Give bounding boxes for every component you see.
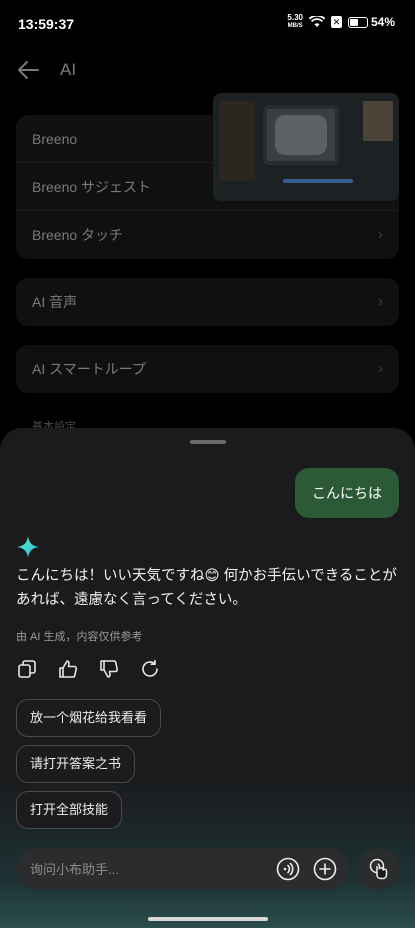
suggestion-chip[interactable]: 放一个烟花给我看看: [16, 699, 162, 737]
drag-handle[interactable]: [190, 440, 226, 444]
video-frame-shelf: [219, 101, 255, 181]
settings-header: AI: [16, 60, 76, 80]
voice-wave-icon[interactable]: [276, 857, 300, 881]
touch-gesture-icon: [369, 858, 388, 880]
settings-item-label: Breeno: [32, 130, 78, 147]
home-indicator[interactable]: [148, 917, 268, 921]
user-message-bubble: こんにちは: [295, 468, 399, 518]
settings-item-label: Breeno タッチ: [32, 227, 124, 243]
battery-percent: 54%: [370, 15, 395, 29]
chevron-right-icon: ›: [377, 226, 383, 243]
settings-item-breeno-touch[interactable]: Breeno タッチ ›: [16, 211, 399, 259]
settings-item-label: AI 音声: [32, 294, 78, 310]
ai-sparkle-icon: [17, 536, 39, 558]
settings-item-smart-loop[interactable]: AI スマートループ ›: [16, 345, 399, 393]
back-arrow-icon[interactable]: [16, 60, 40, 80]
sim-off-icon: ✕: [330, 16, 342, 28]
settings-group-loop: AI スマートループ ›: [16, 345, 399, 393]
battery-indicator: 54%: [347, 15, 395, 29]
assistant-sheet: こんにちは こんにちは！いい天気ですね😊 何かお手伝いできることがあれば、遠慮な…: [0, 428, 415, 928]
thumbs-down-icon: [100, 660, 119, 678]
status-time: 13:59:37: [18, 16, 75, 32]
ai-reply-text: こんにちは！いい天気ですね😊 何かお手伝いできることがあれば、遠慮なく言ってくだ…: [16, 568, 397, 608]
thumbs-up-button[interactable]: [57, 658, 79, 680]
suggestion-chip[interactable]: 打开全部技能: [16, 791, 123, 829]
status-indicators: 5.30 MB/S ✕ 54%: [287, 14, 395, 30]
chevron-right-icon: ›: [377, 293, 383, 310]
ai-disclaimer: 由 AI 生成，内容仅供参考: [16, 631, 143, 643]
network-speed-value: 5.30: [287, 13, 303, 22]
suggestion-chip[interactable]: 请打开答案之书: [16, 745, 136, 783]
reply-actions: [16, 658, 161, 680]
copy-icon: [18, 660, 36, 678]
refresh-icon: [142, 659, 158, 677]
chevron-right-icon: ›: [377, 360, 383, 377]
thumbs-up-icon: [59, 660, 78, 678]
video-progress-bar: [283, 179, 353, 183]
chat-input-bar: [16, 848, 349, 890]
copy-button[interactable]: [16, 658, 38, 680]
status-bar: 13:59:37 5.30 MB/S ✕ 54%: [0, 0, 415, 48]
settings-item-label: AI スマートループ: [32, 361, 146, 377]
settings-item-ai-voice[interactable]: AI 音声 ›: [16, 278, 399, 326]
add-icon[interactable]: [313, 857, 337, 881]
chat-input[interactable]: [30, 848, 260, 890]
screen-assist-button[interactable]: [358, 848, 400, 890]
wifi-icon: [308, 16, 325, 27]
page-title: AI: [60, 60, 77, 79]
video-frame-tv: [263, 105, 339, 165]
regenerate-button[interactable]: [139, 658, 161, 680]
network-speed: 5.30 MB/S: [287, 14, 303, 30]
battery-icon: [347, 16, 368, 28]
settings-item-label: Breeno サジェスト: [32, 178, 152, 195]
video-frame-decor: [363, 101, 393, 141]
video-pip-window[interactable]: [213, 93, 399, 201]
thumbs-down-button[interactable]: [98, 658, 120, 680]
settings-group-voice: AI 音声 ›: [16, 278, 399, 326]
network-speed-unit: MB/S: [287, 23, 303, 29]
